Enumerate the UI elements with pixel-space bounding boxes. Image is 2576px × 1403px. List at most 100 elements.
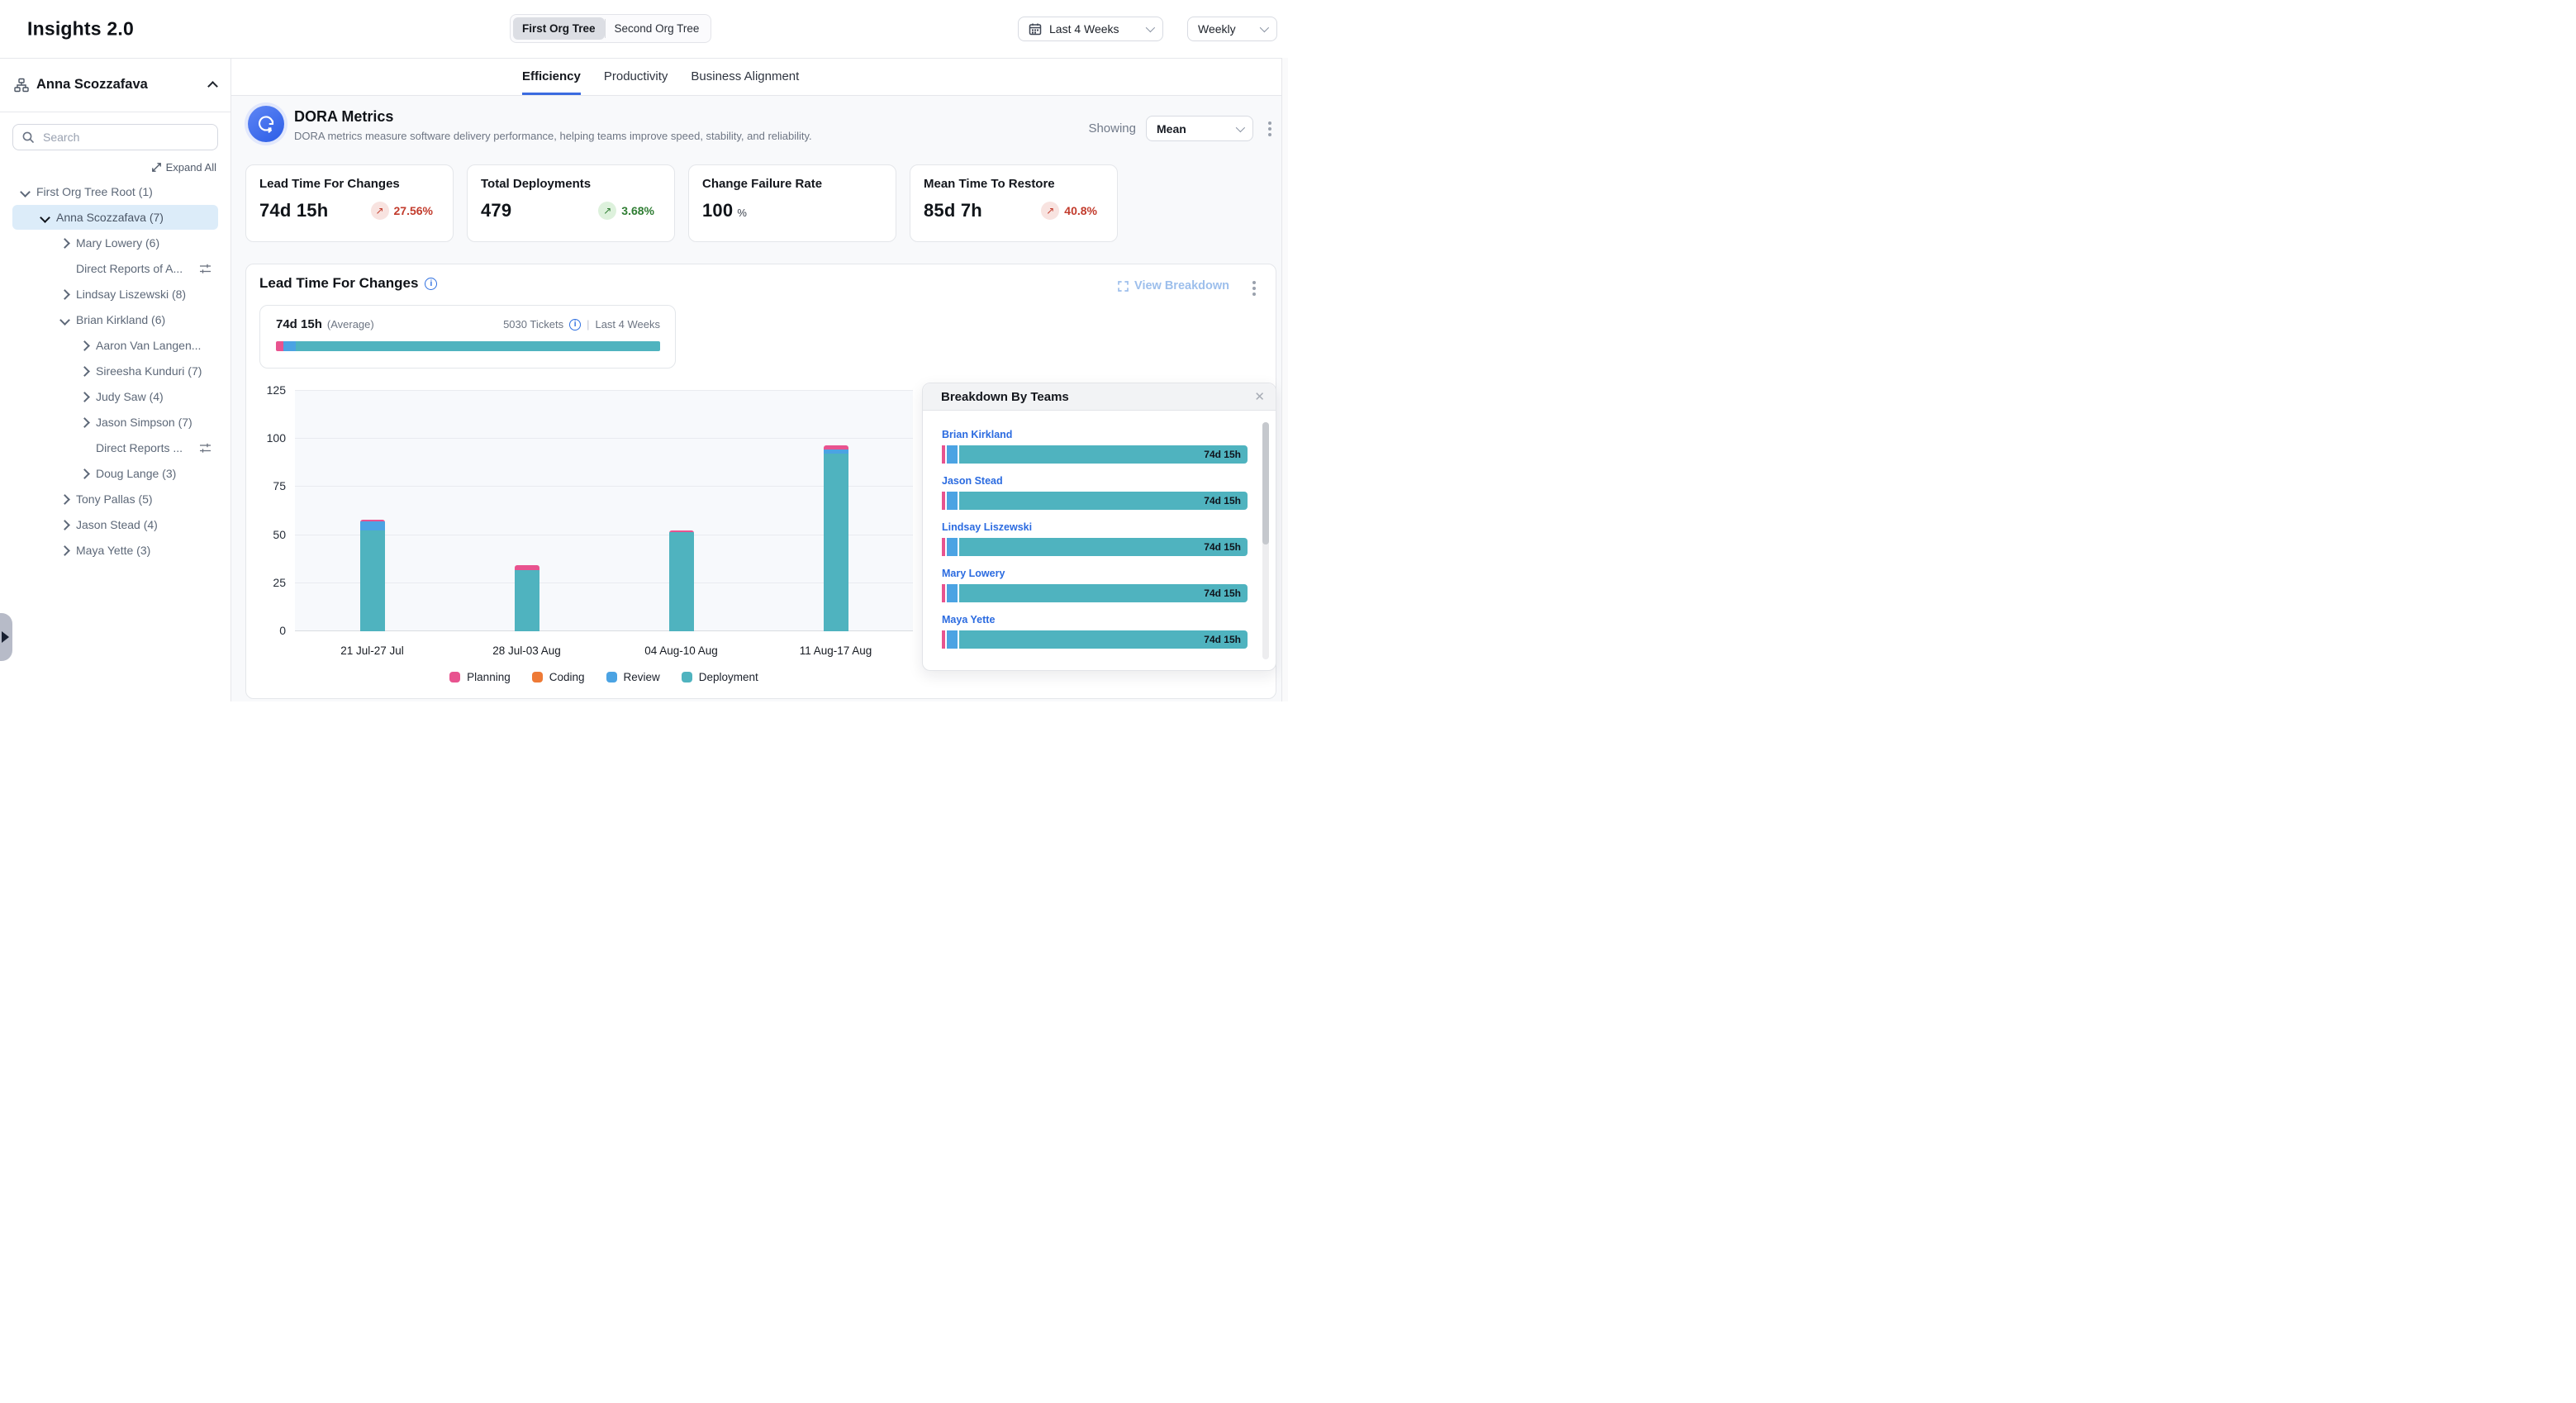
team-bar-segment-review <box>947 630 958 649</box>
sidebar-collapse-handle[interactable] <box>0 613 12 661</box>
tree-item[interactable]: Judy Saw (4) <box>12 384 218 409</box>
org-tree-toggle: First Org Tree Second Org Tree <box>510 14 711 43</box>
search-input[interactable] <box>41 130 209 145</box>
tree-item[interactable]: Lindsay Liszewski (8) <box>12 282 218 307</box>
tree-item[interactable]: Maya Yette (3) <box>12 538 218 563</box>
breakdown-by-teams-panel: Breakdown By Teams ✕ Brian Kirkland74d 1… <box>922 383 1276 671</box>
metric-delta: ↗ 40.8% <box>1041 202 1097 220</box>
close-icon[interactable]: ✕ <box>1254 391 1265 403</box>
info-icon[interactable]: i <box>569 319 581 331</box>
info-icon[interactable]: i <box>425 278 437 290</box>
tree-item[interactable]: Mary Lowery (6) <box>12 231 218 255</box>
tab-efficiency[interactable]: Efficiency <box>522 58 581 95</box>
tree-item[interactable]: Aaron Van Langen... <box>12 333 218 358</box>
tree-item[interactable]: Jason Stead (4) <box>12 512 218 537</box>
granularity-select[interactable]: Weekly <box>1187 17 1277 41</box>
x-axis-tick: 11 Aug-17 Aug <box>778 644 894 657</box>
sliders-icon[interactable] <box>194 442 211 454</box>
tickets-count: 5030 Tickets <box>503 318 563 331</box>
breakdown-rows: Brian Kirkland74d 15hJason Stead74d 15hL… <box>923 411 1276 670</box>
aggregation-select[interactable]: Mean <box>1146 116 1253 141</box>
dora-kebab-menu[interactable] <box>1263 118 1276 140</box>
gridline <box>295 390 913 391</box>
chevron-right-icon[interactable] <box>59 496 70 503</box>
legend-item-deployment[interactable]: Deployment <box>682 671 758 683</box>
dora-metrics-icon <box>248 106 284 142</box>
legend-item-planning[interactable]: Planning <box>449 671 511 683</box>
chevron-right-icon[interactable] <box>79 419 90 426</box>
legend-item-review[interactable]: Review <box>606 671 660 683</box>
tree-item-label: Tony Pallas (5) <box>76 492 153 506</box>
tree-item[interactable]: Brian Kirkland (6) <box>12 307 218 332</box>
tree-item[interactable]: Anna Scozzafava (7) <box>12 205 218 230</box>
team-link[interactable]: Jason Stead <box>942 475 1248 487</box>
first-org-tree-toggle[interactable]: First Org Tree <box>513 17 605 40</box>
team-value: 74d 15h <box>1204 449 1241 460</box>
second-org-tree-toggle[interactable]: Second Org Tree <box>606 17 709 40</box>
chart-plot-area <box>295 391 913 631</box>
team-link[interactable]: Mary Lowery <box>942 568 1248 579</box>
gridline <box>295 630 913 631</box>
tree-item-label: Lindsay Liszewski (8) <box>76 288 186 301</box>
chevron-right-icon[interactable] <box>79 368 90 375</box>
tree-item-label: Judy Saw (4) <box>96 390 164 403</box>
chevron-down-icon[interactable] <box>40 214 50 221</box>
date-range-value: Last 4 Weeks <box>1049 22 1138 36</box>
sliders-icon[interactable] <box>194 263 211 275</box>
tree-item[interactable]: Direct Reports of A... <box>12 256 218 281</box>
avg-segment-deployment <box>296 341 660 351</box>
chevron-up-icon[interactable] <box>207 81 218 92</box>
x-axis-tick: 21 Jul-27 Jul <box>315 644 430 657</box>
metric-value: 74d 15h <box>259 200 328 221</box>
tree-item[interactable]: Jason Simpson (7) <box>12 410 218 435</box>
chevron-right-icon[interactable] <box>79 393 90 401</box>
panel-scrollbar[interactable] <box>1262 422 1269 659</box>
page-scrollbar[interactable] <box>1281 58 1288 702</box>
tab-business-alignment[interactable]: Business Alignment <box>691 58 799 95</box>
chevron-right-icon[interactable] <box>59 240 70 247</box>
chevron-right-icon[interactable] <box>59 291 70 298</box>
x-axis-tick: 28 Jul-03 Aug <box>469 644 585 657</box>
sidebar-owner-row[interactable]: Anna Scozzafava <box>0 58 231 112</box>
view-breakdown-button[interactable]: View Breakdown <box>1118 279 1229 292</box>
tree-item[interactable]: Sireesha Kunduri (7) <box>12 359 218 383</box>
expand-all-button[interactable]: Expand All <box>14 161 216 174</box>
team-link[interactable]: Maya Yette <box>942 614 1248 625</box>
team-link[interactable]: Brian Kirkland <box>942 429 1248 440</box>
scrollbar-thumb[interactable] <box>1262 422 1269 545</box>
chevron-right-icon[interactable] <box>59 547 70 554</box>
chevron-down-icon[interactable] <box>59 316 70 324</box>
stacked-bar-28 Jul-03 Aug[interactable] <box>515 565 539 631</box>
chart-kebab-menu[interactable] <box>1248 278 1261 299</box>
tree-item-label: Jason Simpson (7) <box>96 416 192 429</box>
org-chart-icon <box>14 78 29 93</box>
tree-item[interactable]: First Org Tree Root (1) <box>12 179 218 204</box>
average-period: Last 4 Weeks <box>595 318 660 331</box>
sidebar-search[interactable] <box>12 124 218 150</box>
chevron-right-icon[interactable] <box>79 470 90 478</box>
tab-productivity[interactable]: Productivity <box>604 58 668 95</box>
breakdown-row: Jason Stead74d 15h <box>942 475 1248 510</box>
avg-segment-planning <box>276 341 283 351</box>
team-bar-segment-review <box>947 445 958 464</box>
chevron-down-icon <box>1146 23 1155 32</box>
tree-item[interactable]: Doug Lange (3) <box>12 461 218 486</box>
date-range-select[interactable]: Last 4 Weeks <box>1018 17 1163 41</box>
team-value: 74d 15h <box>1204 634 1241 645</box>
legend-swatch <box>449 672 460 682</box>
team-link[interactable]: Lindsay Liszewski <box>942 521 1248 533</box>
tree-item[interactable]: Tony Pallas (5) <box>12 487 218 511</box>
tree-item[interactable]: Direct Reports ... <box>12 435 218 460</box>
chevron-right-icon[interactable] <box>79 342 90 350</box>
breakdown-row: Lindsay Liszewski 74d 15h <box>942 521 1248 556</box>
stacked-bar-11 Aug-17 Aug[interactable] <box>824 445 848 631</box>
main-area: Efficiency Productivity Business Alignme… <box>231 58 1288 702</box>
team-value: 74d 15h <box>1204 541 1241 553</box>
tree-item-label: Maya Yette (3) <box>76 544 150 557</box>
chevron-right-icon[interactable] <box>59 521 70 529</box>
stacked-bar-04 Aug-10 Aug[interactable] <box>669 530 694 631</box>
chevron-down-icon[interactable] <box>20 188 31 196</box>
stacked-bar-21 Jul-27 Jul[interactable] <box>360 520 385 631</box>
tree-item-label: Aaron Van Langen... <box>96 339 201 352</box>
legend-item-coding[interactable]: Coding <box>532 671 585 683</box>
